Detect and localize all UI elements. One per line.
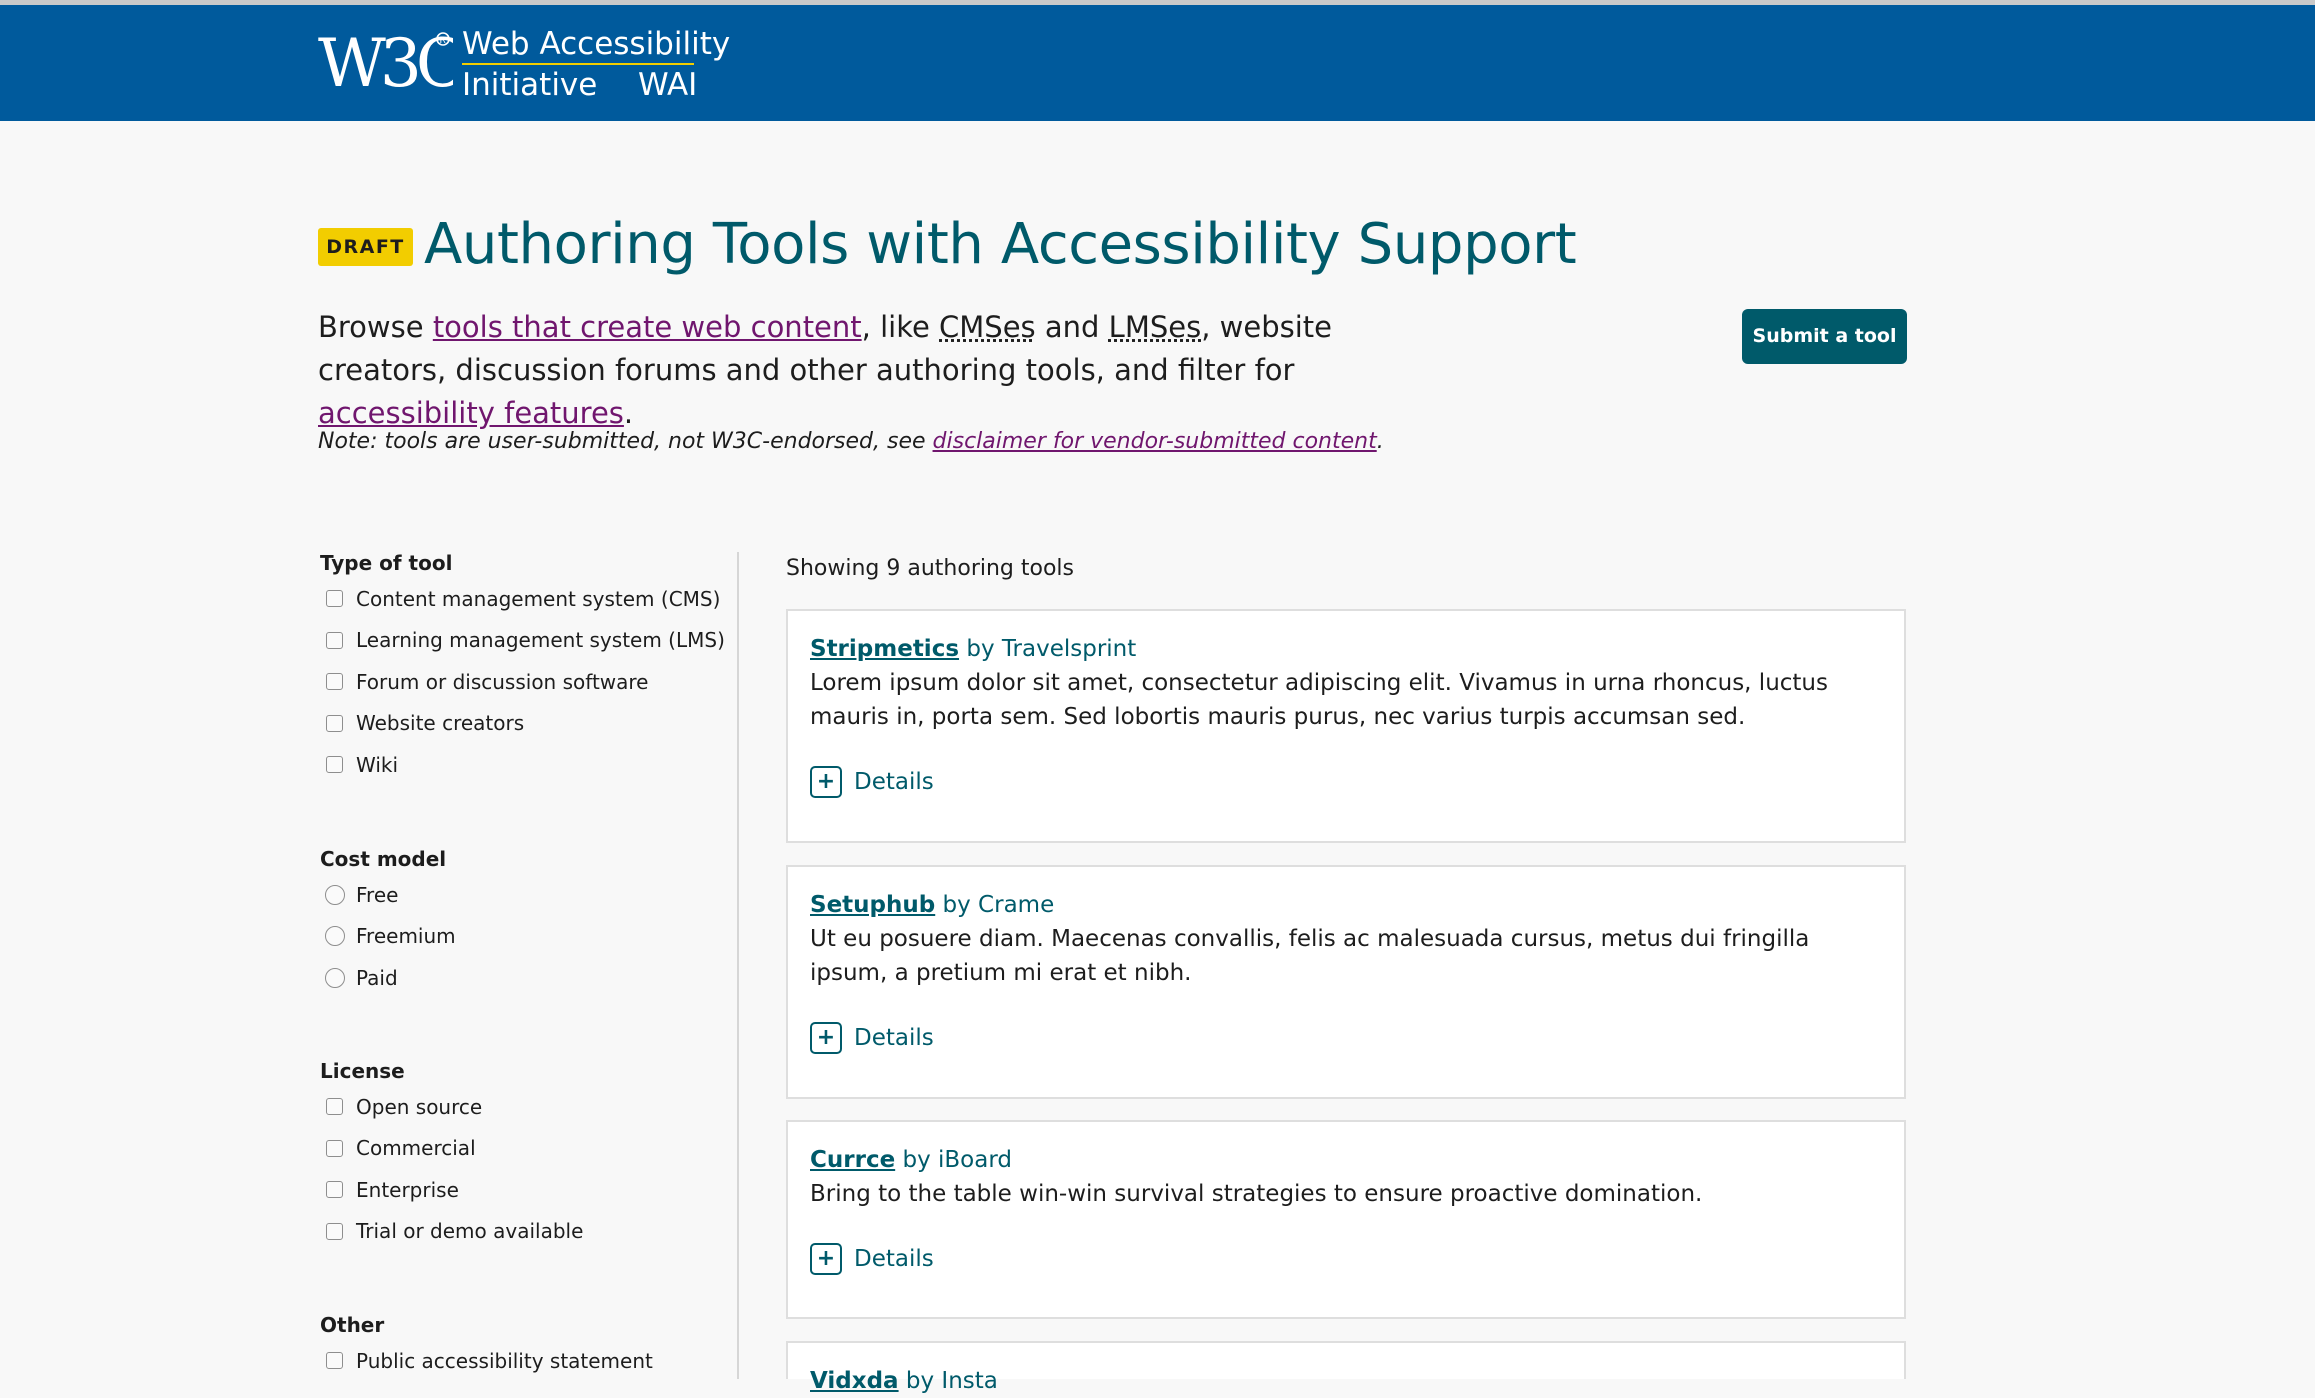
vendor-disclaimer-link[interactable]: disclaimer for vendor-submitted content <box>933 429 1377 454</box>
w3c-logo-icon: W3C R <box>318 28 453 100</box>
wai-logo-rule <box>462 63 694 65</box>
note-end: . <box>1376 429 1384 454</box>
details-toggle[interactable]: + Details <box>810 1019 934 1057</box>
tool-vendor: by Insta <box>898 1368 998 1394</box>
page-title: Authoring Tools with Accessibility Suppo… <box>424 212 1577 277</box>
note-text: Note: tools are user-submitted, not W3C-… <box>318 429 933 454</box>
filter-option-label: Enterprise <box>356 1177 459 1202</box>
checkbox[interactable] <box>326 1181 343 1199</box>
radio-button[interactable] <box>325 884 345 905</box>
plus-icon: + <box>810 766 842 798</box>
tool-vendor: by iBoard <box>895 1147 1012 1173</box>
filter-option-lms[interactable]: Learning management system (LMS) <box>320 620 725 662</box>
tool-name-link[interactable]: Stripmetics <box>810 636 959 662</box>
intro-text: Browse <box>318 310 433 344</box>
tool-title: Stripmetics by Travelsprint <box>810 632 1136 666</box>
tool-name-link[interactable]: Currce <box>810 1147 895 1173</box>
filter-option-label: Content management system (CMS) <box>356 586 721 611</box>
draft-badge: DRAFT <box>318 228 413 266</box>
tool-vendor: by Travelsprint <box>959 636 1137 662</box>
wai-logo-line1: Web Accessibility <box>462 26 731 62</box>
checkbox[interactable] <box>326 1352 343 1370</box>
filter-option-paid[interactable]: Paid <box>320 957 720 999</box>
checkbox[interactable] <box>326 1139 343 1157</box>
details-label: Details <box>854 769 934 795</box>
radio-button[interactable] <box>325 926 345 947</box>
filter-option-label: Free <box>356 882 399 907</box>
checkbox[interactable] <box>326 673 343 691</box>
tool-card: Setuphub by Crame Ut eu posuere diam. Ma… <box>786 865 1906 1099</box>
filter-group-cost-model: Cost model Free Freemium Paid <box>320 844 720 999</box>
results-count: Showing 9 authoring tools <box>786 556 1074 581</box>
lmses-abbr: LMSes <box>1108 310 1202 344</box>
filter-group-other: Other Public accessibility statement <box>320 1310 720 1382</box>
details-toggle[interactable]: + Details <box>810 1240 934 1278</box>
filter-option-wiki[interactable]: Wiki <box>320 744 720 786</box>
tools-create-web-content-link[interactable]: tools that create web content <box>433 310 862 344</box>
checkbox[interactable] <box>326 590 343 608</box>
tool-title: Setuphub by Crame <box>810 888 1054 922</box>
w3c-logo-text: W3C <box>318 28 453 100</box>
filter-option-enterprise[interactable]: Enterprise <box>320 1169 720 1211</box>
tool-card: Stripmetics by Travelsprint Lorem ipsum … <box>786 609 1906 843</box>
filter-option-label: Paid <box>356 965 398 990</box>
cmses-abbr: CMSes <box>939 310 1036 344</box>
filter-option-label: Public accessibility statement <box>356 1348 653 1373</box>
tool-description: Lorem ipsum dolor sit amet, consectetur … <box>810 670 1828 730</box>
filter-option-accessibility-statement[interactable]: Public accessibility statement <box>320 1340 720 1382</box>
checkbox[interactable] <box>326 756 343 774</box>
filter-option-label: Wiki <box>356 752 399 777</box>
tool-description: Ut eu posuere diam. Maecenas convallis, … <box>810 926 1810 986</box>
site-header: W3C R Web Accessibility Initiative WAI <box>0 5 2315 121</box>
details-label: Details <box>854 1246 934 1272</box>
tool-card: Vidxda by Insta <box>786 1341 1906 1394</box>
filter-option-cms[interactable]: Content management system (CMS) <box>320 578 720 620</box>
tool-name-link[interactable]: Setuphub <box>810 892 935 918</box>
filter-option-free[interactable]: Free <box>320 874 720 916</box>
tool-name-link[interactable]: Vidxda <box>810 1368 899 1394</box>
intro-text: and <box>1035 310 1109 344</box>
filter-option-forum[interactable]: Forum or discussion software <box>320 661 720 703</box>
tool-vendor: by Crame <box>935 892 1055 918</box>
filter-group-license: License Open source Commercial Enterpris… <box>320 1056 720 1252</box>
wai-logo-line2: Initiative <box>462 67 598 103</box>
sidebar-divider <box>737 552 739 1379</box>
filter-heading: Cost model <box>320 847 447 871</box>
filter-option-label: Freemium <box>356 924 456 949</box>
submit-tool-button[interactable]: Submit a tool <box>1742 309 1907 364</box>
details-toggle[interactable]: + Details <box>810 763 934 801</box>
disclaimer-note: Note: tools are user-submitted, not W3C-… <box>318 425 1384 459</box>
plus-icon: + <box>810 1243 842 1275</box>
filter-option-website-creators[interactable]: Website creators <box>320 703 720 745</box>
intro-text: , like <box>861 310 940 344</box>
filter-option-label: Commercial <box>356 1136 476 1161</box>
filter-option-label: Forum or discussion software <box>356 669 649 694</box>
filter-option-commercial[interactable]: Commercial <box>320 1128 720 1170</box>
filter-option-label: Learning management system (LMS) <box>356 628 725 653</box>
filter-option-open-source[interactable]: Open source <box>320 1086 720 1128</box>
tool-description: Bring to the table win-win survival stra… <box>810 1181 1703 1207</box>
filter-option-label: Trial or demo available <box>356 1219 584 1244</box>
filter-heading: Type of tool <box>320 551 453 575</box>
intro-paragraph: Browse tools that create web content, li… <box>318 306 1438 435</box>
filter-group-type-of-tool: Type of tool Content management system (… <box>320 548 725 786</box>
filter-option-label: Website creators <box>356 711 525 736</box>
filter-heading: Other <box>320 1313 385 1337</box>
checkbox[interactable] <box>326 1222 343 1240</box>
details-label: Details <box>854 1025 934 1051</box>
tool-title: Currce by iBoard <box>810 1143 1012 1177</box>
checkbox[interactable] <box>326 1098 343 1116</box>
checkbox[interactable] <box>326 714 343 732</box>
filter-heading: License <box>320 1059 405 1083</box>
checkbox[interactable] <box>326 631 343 649</box>
wai-logo-abbr: WAI <box>638 67 698 103</box>
filter-option-freemium[interactable]: Freemium <box>320 916 720 958</box>
filter-option-trial[interactable]: Trial or demo available <box>320 1211 720 1253</box>
tool-card: Currce by iBoard Bring to the table win-… <box>786 1120 1906 1319</box>
radio-button[interactable] <box>325 967 345 988</box>
plus-icon: + <box>810 1022 842 1054</box>
tool-title: Vidxda by Insta <box>810 1364 998 1398</box>
filter-option-label: Open source <box>356 1094 483 1119</box>
svg-text:R: R <box>440 36 446 46</box>
